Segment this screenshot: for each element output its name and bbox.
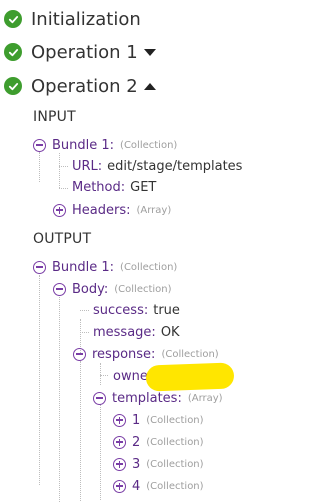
node-key: 2	[132, 434, 141, 450]
tree-guide	[80, 332, 89, 333]
tree-guide	[100, 363, 101, 385]
node-key: success:	[93, 302, 149, 318]
plus-circle-icon[interactable]	[113, 479, 126, 493]
node-type: (Collection)	[120, 261, 178, 273]
node-key: Bundle 1:	[52, 137, 115, 153]
step-title-text: Operation 1	[31, 41, 138, 63]
plus-circle-icon[interactable]	[113, 457, 126, 471]
minus-circle-icon[interactable]	[93, 391, 106, 405]
input-bundle-node[interactable]: Bundle 1: (Collection)	[33, 135, 177, 155]
input-url-node: URL: edit/stage/templates	[72, 156, 242, 176]
node-type: (Array)	[187, 392, 223, 404]
node-key: Body:	[72, 281, 109, 297]
node-key: 4	[132, 478, 141, 494]
check-circle-icon	[4, 10, 22, 28]
minus-circle-icon[interactable]	[53, 282, 66, 296]
minus-circle-icon[interactable]	[33, 260, 46, 274]
caret-up-icon[interactable]	[143, 83, 156, 90]
tree-guide	[59, 297, 60, 502]
node-value: GET	[130, 179, 157, 195]
tree-guide	[39, 152, 40, 182]
node-type: (Collection)	[146, 414, 204, 426]
input-headers-node[interactable]: Headers: (Array)	[53, 200, 171, 220]
node-type: (Collection)	[120, 139, 178, 151]
template-item-node[interactable]: 4 (Collection)	[113, 476, 204, 496]
node-key: Headers:	[72, 202, 131, 218]
node-type: (Array)	[136, 204, 172, 216]
node-value: true	[153, 302, 180, 318]
tree-guide	[59, 166, 68, 167]
node-key: Method:	[72, 179, 126, 195]
section-input-label: INPUT	[33, 109, 76, 125]
minus-circle-icon[interactable]	[73, 347, 86, 361]
tree-guide	[100, 375, 108, 376]
node-type: (Collection)	[114, 283, 172, 295]
output-bundle-node[interactable]: Bundle 1: (Collection)	[33, 257, 177, 277]
node-key: response:	[92, 346, 156, 362]
tree-guide	[80, 361, 81, 501]
node-value: edit/stage/templates	[107, 158, 243, 174]
section-output-label: OUTPUT	[33, 231, 92, 247]
node-type: (Collection)	[161, 348, 219, 360]
check-circle-icon	[4, 43, 22, 61]
plus-circle-icon[interactable]	[113, 435, 126, 449]
template-item-node[interactable]: 2 (Collection)	[113, 432, 204, 452]
tree-guide	[59, 153, 60, 188]
template-item-node[interactable]: 3 (Collection)	[113, 454, 204, 474]
minus-circle-icon[interactable]	[33, 138, 46, 152]
tree-guide	[100, 404, 101, 500]
tree-guide	[59, 188, 68, 189]
node-key: Bundle 1:	[52, 259, 115, 275]
caret-down-icon[interactable]	[143, 49, 156, 56]
input-method-node: Method: GET	[72, 177, 156, 197]
output-body-node[interactable]: Body: (Collection)	[53, 279, 172, 299]
output-response-node[interactable]: response: (Collection)	[73, 344, 219, 364]
output-success-node: success: true	[93, 300, 180, 320]
output-templates-node[interactable]: templates: (Array)	[93, 388, 223, 408]
node-type: (Collection)	[146, 480, 204, 492]
node-value: OK	[160, 324, 180, 340]
tree-guide	[80, 310, 89, 311]
node-type: (Collection)	[146, 436, 204, 448]
node-key: message:	[93, 324, 156, 340]
step-title: Operation 1	[31, 42, 156, 63]
output-message-node: message: OK	[93, 322, 180, 342]
plus-circle-icon[interactable]	[113, 413, 126, 427]
tree-guide	[39, 275, 40, 485]
node-key: 3	[132, 456, 141, 472]
node-key: 1	[132, 412, 141, 428]
step-title: Operation 2	[31, 76, 156, 97]
step-title: Initialization	[31, 8, 141, 30]
node-key: URL:	[72, 158, 103, 174]
check-circle-icon	[4, 77, 22, 95]
node-type: (Collection)	[146, 458, 204, 470]
template-item-node[interactable]: 1 (Collection)	[113, 410, 204, 430]
node-key: templates:	[112, 390, 182, 406]
plus-circle-icon[interactable]	[53, 203, 66, 217]
step-title-text: Operation 2	[31, 75, 138, 97]
